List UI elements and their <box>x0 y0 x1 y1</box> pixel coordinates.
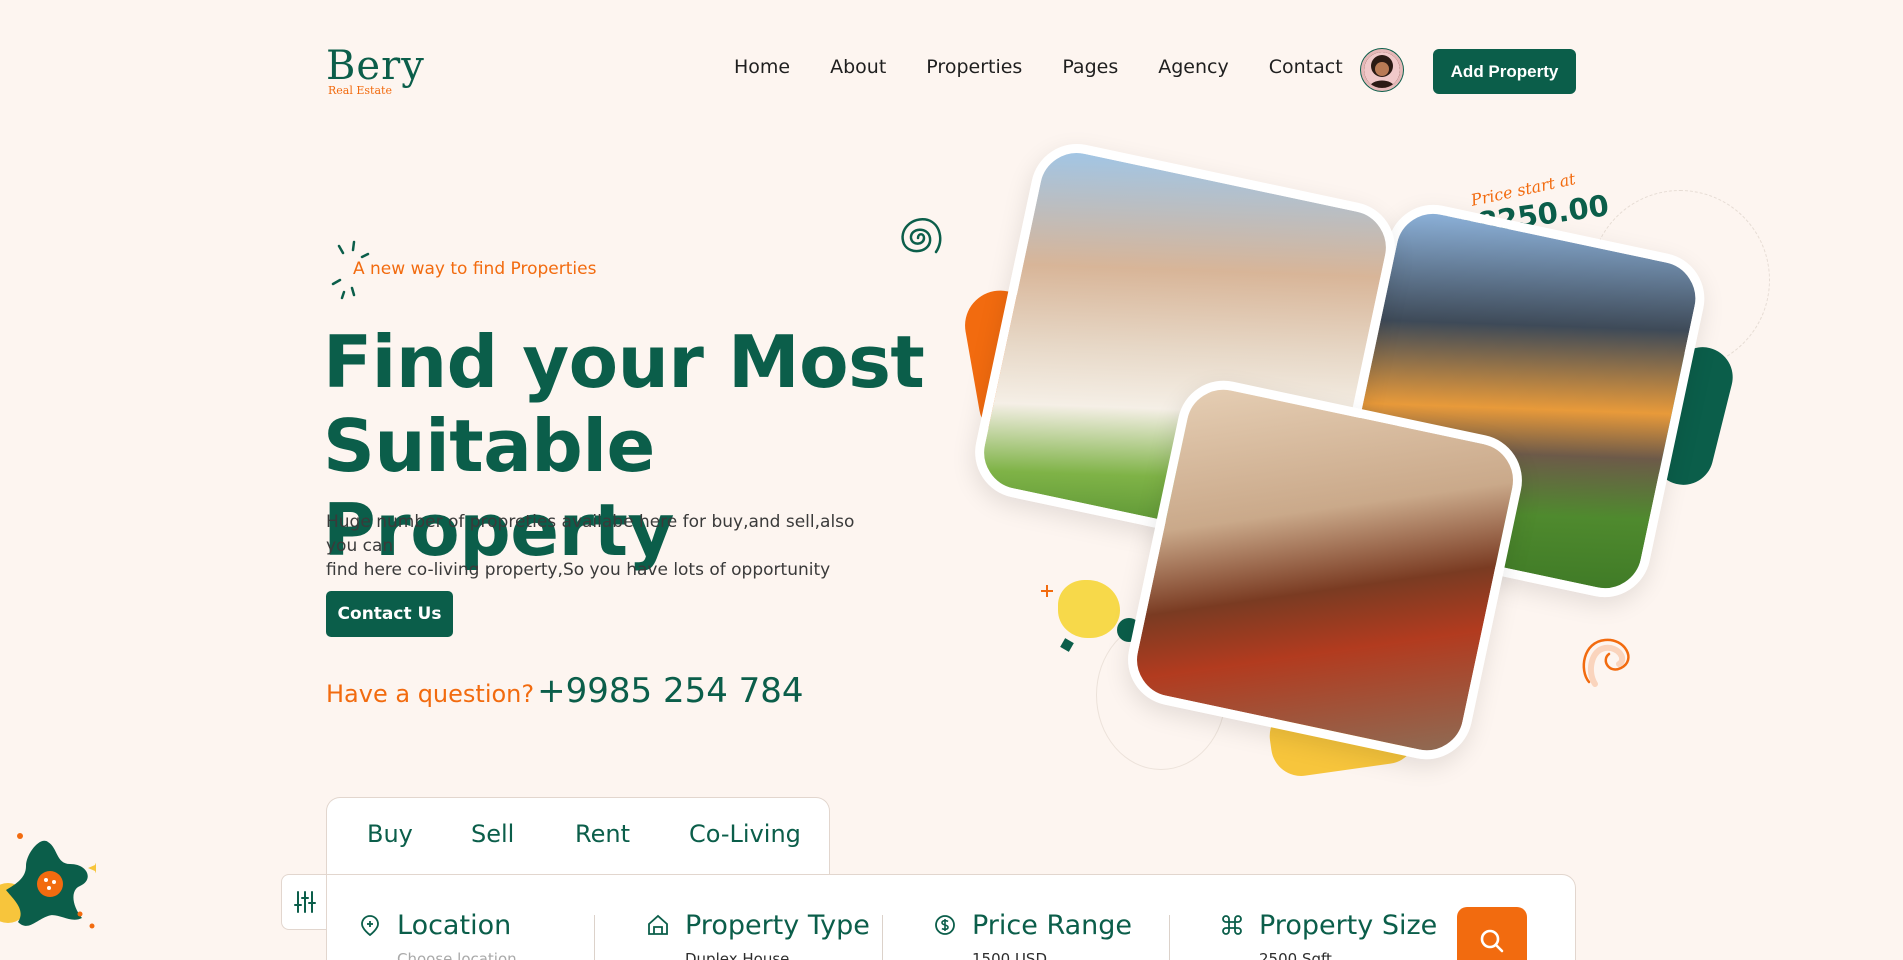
yellow-blob <box>1058 580 1120 638</box>
location-pin-icon <box>361 915 379 936</box>
sliders-icon <box>293 891 316 913</box>
home-icon <box>648 914 668 935</box>
hero-description-line-1: Huge number of propreties availabe here … <box>326 512 855 556</box>
hero-tagline: A new way to find Properties <box>353 259 597 279</box>
swirl-decoration-icon <box>901 218 942 254</box>
question-line: Have a question? +9985 254 784 <box>326 671 804 711</box>
add-property-button[interactable]: Add Property <box>1433 49 1576 94</box>
flower-decoration-icon <box>0 833 96 929</box>
nav-contact[interactable]: Contact <box>1269 56 1343 78</box>
tab-sell[interactable]: Sell <box>471 820 514 848</box>
nav-about[interactable]: About <box>830 56 886 78</box>
price-range-value: 1500 USD <box>972 950 1047 960</box>
property-size-value: 2500 Sqft <box>1259 950 1332 960</box>
plus-sparkle-icon <box>1041 585 1053 597</box>
search-button[interactable] <box>1457 907 1527 960</box>
filter-button[interactable] <box>281 874 327 930</box>
field-divider <box>594 915 595 960</box>
nav-home[interactable]: Home <box>734 56 790 78</box>
main-nav: Home About Properties Pages Agency Conta… <box>734 56 1383 78</box>
location-title: Location <box>397 910 512 941</box>
search-icon <box>1480 929 1504 953</box>
price-range-title: Price Range <box>972 910 1133 941</box>
field-divider <box>1169 915 1170 960</box>
dollar-icon <box>935 915 955 935</box>
contact-us-button[interactable]: Contact Us <box>326 591 453 637</box>
orange-loop-icon <box>1582 638 1630 687</box>
nav-pages[interactable]: Pages <box>1062 56 1118 78</box>
field-divider <box>882 915 883 960</box>
avatar-icon <box>1364 52 1400 88</box>
hero-description: Huge number of propreties availabe here … <box>326 510 886 582</box>
property-size-title: Property Size <box>1259 910 1438 941</box>
question-label: Have a question? <box>326 680 535 708</box>
property-type-title: Property Type <box>685 910 870 941</box>
tab-buy[interactable]: Buy <box>367 820 413 848</box>
logo-subtitle: Real Estate <box>328 84 392 97</box>
location-placeholder: Choose location <box>397 950 517 960</box>
tab-co-living[interactable]: Co-Living <box>689 820 801 848</box>
phone-number[interactable]: +9985 254 784 <box>537 671 803 711</box>
nav-agency[interactable]: Agency <box>1158 56 1228 78</box>
search-panel: Location Choose location Property Type D… <box>326 874 1576 960</box>
user-avatar[interactable] <box>1361 49 1403 91</box>
tab-rent[interactable]: Rent <box>575 820 630 848</box>
command-icon <box>1222 915 1242 935</box>
logo[interactable]: Bery Real Estate <box>326 46 436 100</box>
property-type-value: Duplex House <box>685 950 790 960</box>
hero-title-line-1: Find your Most <box>323 320 925 404</box>
small-square <box>1060 638 1074 652</box>
logo-wordmark: Bery <box>326 43 425 89</box>
hero-description-line-2: find here co-living property,So you have… <box>326 560 831 580</box>
nav-properties[interactable]: Properties <box>926 56 1022 78</box>
